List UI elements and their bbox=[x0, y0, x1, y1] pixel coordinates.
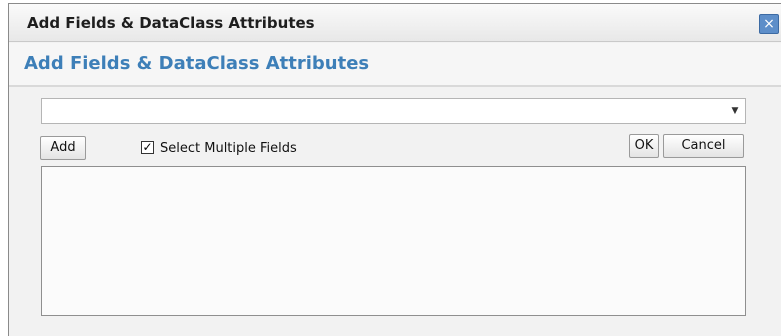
select-multiple-checkbox[interactable]: ✓ bbox=[141, 141, 154, 154]
title-bar[interactable]: Add Fields & DataClass Attributes × bbox=[9, 4, 781, 42]
close-icon[interactable]: × bbox=[759, 14, 779, 34]
select-multiple-label[interactable]: Select Multiple Fields bbox=[160, 141, 297, 156]
ok-button[interactable]: OK bbox=[629, 134, 659, 158]
dialog-header: Add Fields & DataClass Attributes bbox=[9, 43, 781, 87]
selected-fields-list[interactable] bbox=[41, 166, 746, 316]
chevron-down-icon[interactable]: ▼ bbox=[729, 104, 741, 118]
field-select-combobox[interactable]: ▼ bbox=[41, 98, 746, 124]
window-title: Add Fields & DataClass Attributes bbox=[27, 14, 315, 32]
cancel-button[interactable]: Cancel bbox=[663, 134, 744, 158]
dialog-heading: Add Fields & DataClass Attributes bbox=[24, 53, 370, 74]
add-button[interactable]: Add bbox=[40, 136, 86, 160]
